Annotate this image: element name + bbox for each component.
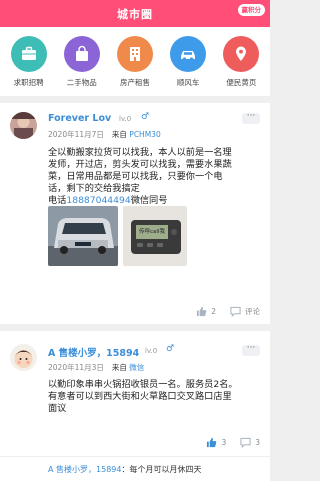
post-actions: 3 3 <box>206 437 260 448</box>
category-label: 顺风车 <box>176 78 200 87</box>
username[interactable]: Forever Lov <box>48 113 111 124</box>
like-button[interactable]: 2 <box>196 306 216 317</box>
source-label: 来自 <box>111 363 127 372</box>
reply-preview[interactable]: A 售楼小罗，15894：每个月可以月休四天 <box>48 464 260 475</box>
category-label: 便民黄页 <box>226 78 257 87</box>
post-date: 2020年11月3日 <box>48 363 104 372</box>
category-label: 房产租售 <box>119 78 150 87</box>
more-options-button[interactable]: ··· <box>242 344 260 356</box>
comment-icon <box>230 306 241 317</box>
post-text: 全以勤搬家拉货可以找我，本人以前是一名理 发师，开过店，剪头发可以找我，需要水果… <box>48 147 256 207</box>
post-text-line: 发师，开过店，剪头发可以找我，需要水果蔬 <box>48 159 232 170</box>
more-options-button[interactable]: ··· <box>242 112 260 124</box>
thumbs-up-icon <box>197 306 207 317</box>
comment-count: 3 <box>255 438 260 447</box>
reply-text: ：每个月可以月休四天 <box>121 465 202 474</box>
category-yellow-pages[interactable]: 便民黄页 <box>216 36 266 96</box>
comment-button[interactable]: 3 <box>240 437 260 448</box>
post-photo-pager[interactable]: 传呼call我 <box>123 206 187 266</box>
post-meta: 2020年11月7日 来自 PCHM30 <box>48 129 161 140</box>
post-text-line: 面议 <box>48 403 67 414</box>
page-title: 城市圈 <box>117 8 153 21</box>
post-text-line: 以勤印象串串火锅招收银员一名。服务员2名。 <box>48 379 238 390</box>
avatar[interactable] <box>10 344 37 371</box>
category-carpool[interactable]: 顺风车 <box>163 36 213 96</box>
reply-author[interactable]: A 售楼小罗，15894 <box>48 465 121 474</box>
source-label: 来自 <box>111 130 127 139</box>
device-name: 微信 <box>129 363 145 372</box>
level-badge: lv.0 <box>145 347 158 355</box>
post-text-line: 菜，日常用品都是可以找我，只要你一个电 <box>48 171 223 182</box>
comment-icon <box>240 437 251 448</box>
category-jobs[interactable]: 求职招聘 <box>4 36 54 96</box>
username[interactable]: A 售楼小罗，15894 <box>48 345 139 359</box>
phone-suffix: 微信同号 <box>130 195 168 206</box>
category-secondhand[interactable]: 二手物品 <box>57 36 107 96</box>
male-icon: ♂ <box>166 344 175 354</box>
pager-screen-text: 传呼call我 <box>139 229 165 235</box>
shopping-bag-icon <box>63 36 100 72</box>
post-photo-van[interactable] <box>48 206 118 266</box>
post-text-line: 话，剩下的交给我搞定 <box>48 183 140 194</box>
thumbs-up-icon <box>207 437 217 448</box>
comment-label: 评论 <box>245 307 260 316</box>
post-text-line: 有意者可以到西大街和火草路口交叉路口店里 <box>48 391 232 402</box>
phone-label: 电话 <box>48 195 67 206</box>
device-name: PCHM30 <box>129 130 161 139</box>
building-icon <box>116 36 153 72</box>
post-text-line: 全以勤搬家拉货可以找我，本人以前是一名理 <box>48 147 232 158</box>
like-button[interactable]: 3 <box>206 437 226 448</box>
post-card: Forever Lov lv.0 ♂ ··· 2020年11月7日 来自 PCHM… <box>0 103 270 324</box>
post-date: 2020年11月7日 <box>48 130 104 139</box>
category-bar: 求职招聘 二手物品 房产租售 顺风车 便民黄页 <box>0 27 270 96</box>
comment-button[interactable]: 评论 <box>230 306 260 317</box>
phone-link[interactable]: 18887044494 <box>66 195 130 206</box>
level-badge: lv.0 <box>119 115 132 123</box>
like-count: 2 <box>211 307 216 316</box>
post-card: A 售楼小罗，15894 lv.0 ♂ ··· 2020年11月3日 来自 微信 … <box>0 331 270 481</box>
post-actions: 2 评论 <box>196 306 260 317</box>
map-pin-icon <box>223 36 260 72</box>
category-housing[interactable]: 房产租售 <box>110 36 160 96</box>
male-icon: ♂ <box>141 112 150 122</box>
briefcase-icon <box>10 36 47 72</box>
like-count: 3 <box>221 438 227 447</box>
car-icon <box>170 36 207 72</box>
post-text: 以勤印象串串火锅招收银员一名。服务员2名。 有意者可以到西大街和火草路口交叉路口… <box>48 379 256 415</box>
category-label: 求职招聘 <box>13 78 44 87</box>
category-label: 二手物品 <box>66 78 97 87</box>
avatar[interactable] <box>10 112 37 139</box>
points-badge[interactable]: 赢积分 <box>237 4 265 16</box>
app-header: 城市圈 赢积分 <box>0 0 270 27</box>
post-meta: 2020年11月3日 来自 微信 <box>48 362 144 373</box>
divider <box>0 456 270 457</box>
